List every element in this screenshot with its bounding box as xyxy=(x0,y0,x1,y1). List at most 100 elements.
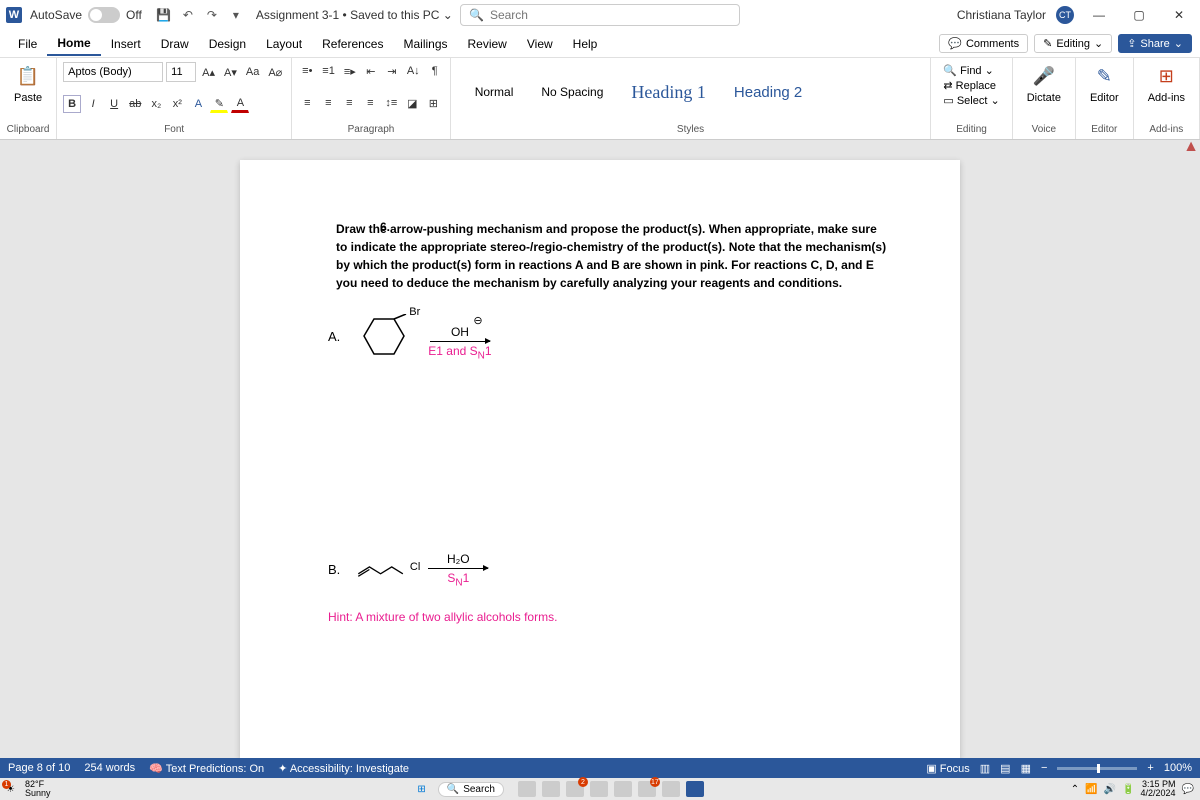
tab-draw[interactable]: Draw xyxy=(151,33,199,55)
align-center-icon[interactable]: ≡ xyxy=(319,94,337,112)
focus-mode[interactable]: ▣ Focus xyxy=(926,762,969,775)
find-button[interactable]: 🔍 Find ⌄ xyxy=(943,64,999,77)
tray-notifications-icon[interactable]: 💬 xyxy=(1182,784,1194,795)
page[interactable]: 6. Draw the arrow-pushing mechanism and … xyxy=(240,160,960,758)
strike-button[interactable]: ab xyxy=(126,95,144,113)
dictate-button[interactable]: 🎤 Dictate xyxy=(1019,60,1069,108)
word-count[interactable]: 254 words xyxy=(84,762,135,774)
tab-layout[interactable]: Layout xyxy=(256,33,312,55)
tb-app-2[interactable] xyxy=(542,781,560,797)
qat-dropdown-icon[interactable]: ▾ xyxy=(226,5,246,25)
styles-gallery[interactable]: Normal No Spacing Heading 1 Heading 2 xyxy=(457,60,925,124)
align-left-icon[interactable]: ≡ xyxy=(298,94,316,112)
text-effects-icon[interactable]: A xyxy=(189,95,207,113)
style-normal[interactable]: Normal xyxy=(467,81,522,103)
show-marks-icon[interactable]: ¶ xyxy=(426,62,444,80)
paste-button[interactable]: 📋 Paste xyxy=(6,60,50,108)
weather-text[interactable]: 82°F Sunny xyxy=(25,780,51,798)
minimize-button[interactable]: — xyxy=(1084,4,1114,26)
tb-app-5[interactable] xyxy=(614,781,632,797)
autosave-toggle[interactable]: AutoSave Off xyxy=(30,7,142,23)
underline-button[interactable]: U xyxy=(105,95,123,113)
bold-button[interactable]: B xyxy=(63,95,81,113)
tb-app-4[interactable] xyxy=(590,781,608,797)
borders-icon[interactable]: ⊞ xyxy=(424,94,442,112)
comments-button[interactable]: 💬 Comments xyxy=(939,34,1028,53)
zoom-out-icon[interactable]: − xyxy=(1041,762,1047,774)
tray-wifi-icon[interactable]: 📶 xyxy=(1085,784,1097,795)
tray-volume-icon[interactable]: 🔊 xyxy=(1104,784,1116,795)
addins-button[interactable]: ⊞ Add-ins xyxy=(1140,60,1193,108)
tray-chevron-icon[interactable]: ⌃ xyxy=(1071,784,1079,795)
zoom-slider[interactable] xyxy=(1057,767,1137,770)
tab-view[interactable]: View xyxy=(517,33,563,55)
user-avatar[interactable]: CT xyxy=(1056,6,1074,24)
scroll-up-icon[interactable]: ▲ xyxy=(1184,140,1198,154)
tab-help[interactable]: Help xyxy=(563,33,608,55)
subscript-button[interactable]: x₂ xyxy=(147,95,165,113)
share-button[interactable]: ⇪ Share ⌄ xyxy=(1118,34,1192,53)
font-name-input[interactable] xyxy=(63,62,163,82)
multilevel-icon[interactable]: ≡▸ xyxy=(341,62,359,80)
tb-app-6[interactable]: 17 xyxy=(638,781,656,797)
search-box[interactable]: 🔍 Search xyxy=(460,4,740,26)
tab-insert[interactable]: Insert xyxy=(101,33,151,55)
grow-font-icon[interactable]: A▴ xyxy=(199,63,218,81)
superscript-button[interactable]: x² xyxy=(168,95,186,113)
line-spacing-icon[interactable]: ↕≡ xyxy=(382,94,400,112)
editing-mode-button[interactable]: ✎ Editing ⌄ xyxy=(1034,34,1112,53)
style-heading2[interactable]: Heading 2 xyxy=(726,80,810,105)
font-size-input[interactable] xyxy=(166,62,196,82)
style-heading1[interactable]: Heading 1 xyxy=(623,78,713,107)
zoom-in-icon[interactable]: + xyxy=(1147,762,1153,774)
undo-icon[interactable]: ↶ xyxy=(178,5,198,25)
tab-mailings[interactable]: Mailings xyxy=(393,33,457,55)
sort-icon[interactable]: A↓ xyxy=(404,62,423,80)
tab-design[interactable]: Design xyxy=(199,33,256,55)
user-name[interactable]: Christiana Taylor xyxy=(957,8,1046,22)
align-right-icon[interactable]: ≡ xyxy=(340,94,358,112)
vertical-scrollbar[interactable]: ▲ xyxy=(1184,140,1198,758)
view-read-icon[interactable]: ▥ xyxy=(980,762,990,775)
editor-button[interactable]: ✎ Editor xyxy=(1082,60,1127,108)
text-predictions[interactable]: 🧠 Text Predictions: On xyxy=(149,762,264,775)
tb-app-1[interactable] xyxy=(518,781,536,797)
page-indicator[interactable]: Page 8 of 10 xyxy=(8,762,70,774)
style-no-spacing[interactable]: No Spacing xyxy=(533,81,611,103)
decrease-indent-icon[interactable]: ⇤ xyxy=(362,62,380,80)
highlight-icon[interactable]: ✎ xyxy=(210,95,228,113)
change-case-icon[interactable]: Aa xyxy=(243,63,262,81)
clear-formatting-icon[interactable]: A⌀ xyxy=(265,63,285,81)
redo-icon[interactable]: ↷ xyxy=(202,5,222,25)
view-print-icon[interactable]: ▤ xyxy=(1000,762,1010,775)
shading-icon[interactable]: ◪ xyxy=(403,94,421,112)
document-area[interactable]: 6. Draw the arrow-pushing mechanism and … xyxy=(0,140,1200,758)
tb-app-7[interactable] xyxy=(662,781,680,797)
tab-review[interactable]: Review xyxy=(458,33,517,55)
save-icon[interactable]: 💾 xyxy=(154,5,174,25)
start-button[interactable]: ⊞ xyxy=(417,784,425,795)
increase-indent-icon[interactable]: ⇥ xyxy=(383,62,401,80)
tab-home[interactable]: Home xyxy=(47,32,100,56)
zoom-level[interactable]: 100% xyxy=(1164,762,1192,774)
tray-clock[interactable]: 3:15 PM 4/2/2024 xyxy=(1141,780,1176,798)
shrink-font-icon[interactable]: A▾ xyxy=(221,63,240,81)
view-web-icon[interactable]: ▦ xyxy=(1021,762,1031,775)
tab-file[interactable]: File xyxy=(8,33,47,55)
toggle-pill[interactable] xyxy=(88,7,120,23)
accessibility-status[interactable]: ✦ Accessibility: Investigate xyxy=(278,762,409,775)
tb-app-word[interactable] xyxy=(686,781,704,797)
bullets-icon[interactable]: ≡• xyxy=(298,62,316,80)
numbering-icon[interactable]: ≡1 xyxy=(319,62,338,80)
italic-button[interactable]: I xyxy=(84,95,102,113)
weather-widget[interactable]: 1 ☀ xyxy=(6,784,15,795)
maximize-button[interactable]: ▢ xyxy=(1124,4,1154,26)
replace-button[interactable]: ⇄ Replace xyxy=(943,79,999,92)
tab-references[interactable]: References xyxy=(312,33,393,55)
taskbar-search[interactable]: 🔍 Search xyxy=(438,782,504,797)
tray-battery-icon[interactable]: 🔋 xyxy=(1122,784,1134,795)
justify-icon[interactable]: ≡ xyxy=(361,94,379,112)
select-button[interactable]: ▭ Select ⌄ xyxy=(943,94,999,107)
tb-app-3[interactable]: 2 xyxy=(566,781,584,797)
close-button[interactable]: ✕ xyxy=(1164,4,1194,26)
